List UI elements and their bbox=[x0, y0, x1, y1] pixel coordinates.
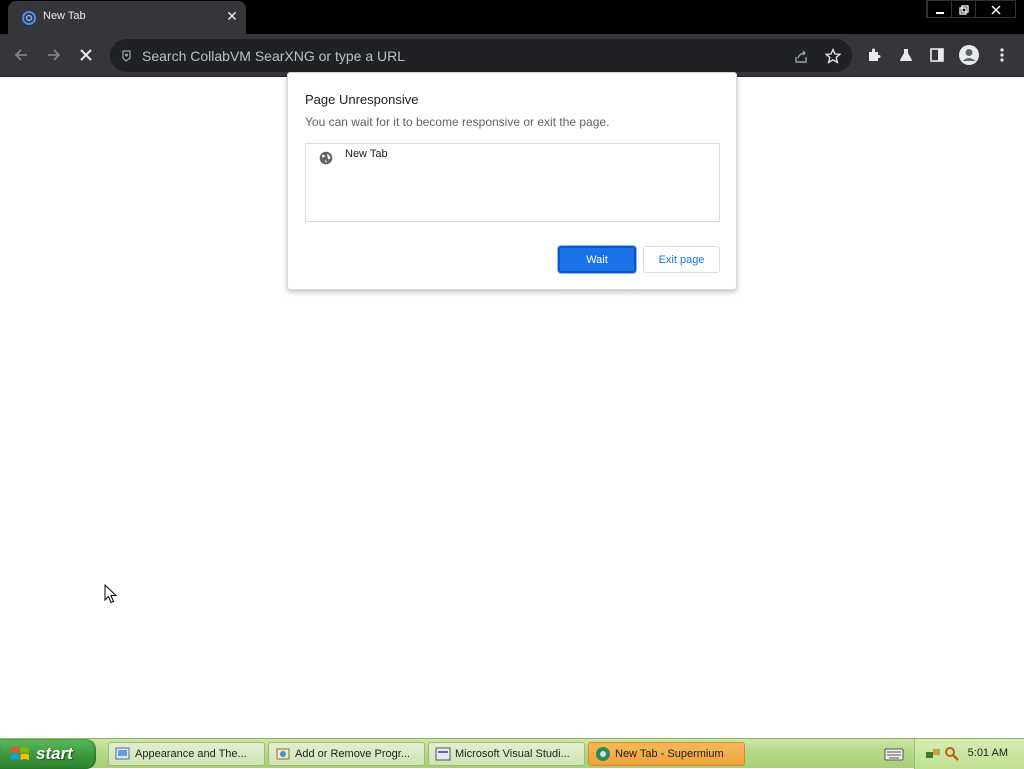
extensions-icon[interactable] bbox=[863, 44, 885, 66]
tab-close-icon[interactable]: ✕ bbox=[224, 9, 240, 25]
unresponsive-page-list: New Tab bbox=[305, 143, 720, 222]
page-unresponsive-dialog: Page Unresponsive You can wait for it to… bbox=[287, 72, 737, 290]
browser-tab[interactable]: New Tab ✕ bbox=[8, 1, 246, 34]
list-item[interactable]: New Tab bbox=[306, 144, 719, 168]
browser-toolbar bbox=[0, 34, 1024, 77]
taskbar-item-label: Microsoft Visual Studi... bbox=[455, 748, 570, 760]
search-icon[interactable] bbox=[944, 746, 960, 762]
keyboard-icon[interactable] bbox=[884, 747, 904, 761]
address-input[interactable] bbox=[142, 39, 742, 72]
window-controls bbox=[926, 0, 1016, 18]
taskbar-item-label: Add or Remove Progr... bbox=[295, 748, 410, 760]
omnibox[interactable] bbox=[110, 39, 852, 72]
supermium-icon bbox=[596, 747, 610, 761]
profile-icon[interactable] bbox=[958, 44, 980, 66]
windows-logo-icon bbox=[11, 747, 29, 760]
menu-icon[interactable] bbox=[991, 44, 1013, 66]
installer-icon bbox=[435, 747, 451, 761]
wait-button[interactable]: Wait bbox=[558, 246, 636, 273]
star-icon[interactable] bbox=[824, 47, 842, 65]
dialog-title: Page Unresponsive bbox=[305, 92, 419, 107]
exit-page-button[interactable]: Exit page bbox=[643, 246, 720, 273]
restore-icon[interactable] bbox=[951, 1, 975, 18]
side-panel-icon[interactable] bbox=[926, 44, 948, 66]
globe-icon bbox=[319, 151, 333, 165]
control-panel-icon bbox=[115, 747, 130, 760]
taskbar-item-visual-studio[interactable]: Microsoft Visual Studi... bbox=[428, 742, 585, 766]
taskbar-item-appearance[interactable]: Appearance and The... bbox=[108, 742, 265, 766]
taskbar-item-label: New Tab - Supermium bbox=[615, 748, 724, 760]
list-item-label: New Tab bbox=[345, 148, 388, 160]
start-label: start bbox=[36, 744, 73, 763]
close-icon[interactable] bbox=[975, 1, 1015, 18]
dialog-subtitle: You can wait for it to become responsive… bbox=[305, 115, 610, 129]
share-icon[interactable] bbox=[792, 47, 810, 65]
tab-title: New Tab bbox=[43, 10, 86, 22]
start-button[interactable]: start bbox=[0, 739, 96, 769]
search-engine-icon bbox=[122, 50, 131, 62]
mouse-cursor-icon bbox=[104, 584, 118, 604]
system-tray: 5:01 AM bbox=[914, 739, 1024, 769]
taskbar-item-supermium[interactable]: New Tab - Supermium bbox=[588, 742, 745, 766]
taskbar-item-add-remove[interactable]: Add or Remove Progr... bbox=[268, 742, 425, 766]
taskbar: start Appearance and The... Add or Remov… bbox=[0, 738, 1024, 769]
taskbar-item-label: Appearance and The... bbox=[135, 748, 247, 760]
clock: 5:01 AM bbox=[967, 747, 1008, 759]
arrow-right-icon[interactable] bbox=[43, 44, 65, 66]
network-icon[interactable] bbox=[925, 746, 941, 762]
minimize-icon[interactable] bbox=[927, 1, 951, 18]
arrow-left-icon[interactable] bbox=[10, 44, 32, 66]
tab-strip: New Tab ✕ bbox=[0, 0, 1024, 34]
add-remove-icon bbox=[276, 748, 290, 760]
stop-x-icon[interactable] bbox=[75, 44, 97, 66]
labs-icon[interactable] bbox=[895, 44, 917, 66]
supermium-icon bbox=[22, 11, 36, 25]
